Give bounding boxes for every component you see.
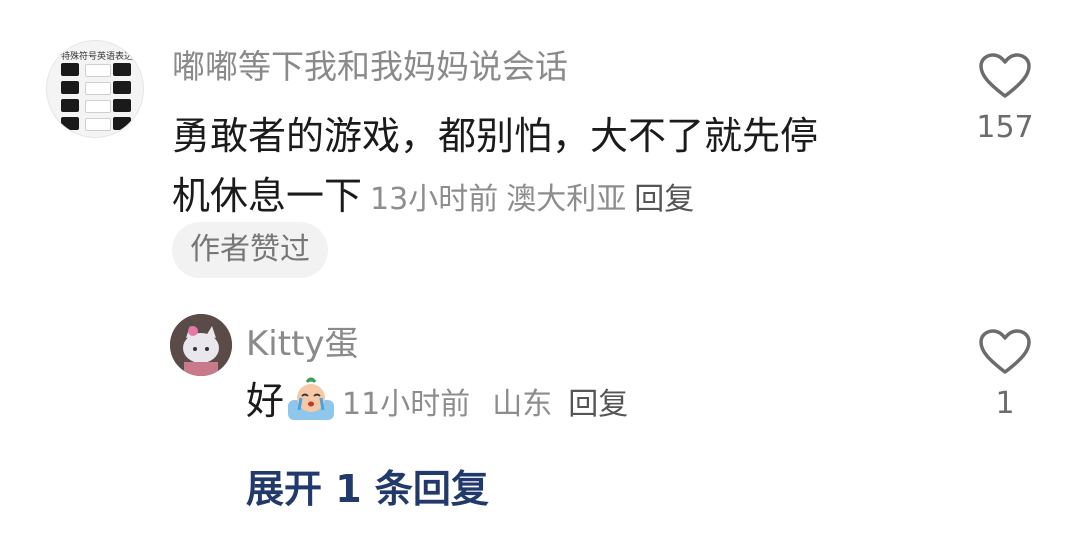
heart-outline-icon: [979, 329, 1031, 374]
reply-location: 山东: [492, 387, 553, 422]
reply-like-button[interactable]: 1: [975, 328, 1035, 421]
comment-text-line2: 机休息一下 13小时前 澳大利亚 回复: [172, 174, 695, 218]
heart-outline-icon: [979, 53, 1031, 98]
expand-replies-link[interactable]: 展开 1 条回复: [246, 458, 489, 513]
reply-username[interactable]: Kitty蛋: [246, 316, 359, 365]
author-liked-badge: 作者赞过: [172, 222, 328, 278]
avatar[interactable]: 特殊符号英语表达: [46, 40, 144, 138]
avatar-caption: 特殊符号英语表达: [61, 52, 134, 62]
comment-text-line1: 勇敢者的游戏，都别怕，大不了就先停: [172, 114, 819, 158]
comment-reply-button[interactable]: 回复: [634, 182, 694, 217]
reply-avatar[interactable]: [170, 314, 232, 376]
comment-text: 勇敢者的游戏，都别怕，大不了就先停 机休息一下 13小时前 澳大利亚 回复: [172, 106, 892, 230]
comment-like-button[interactable]: 157: [975, 52, 1035, 145]
kitty-avatar-image: [170, 314, 232, 376]
reply-like-count: 1: [995, 386, 1015, 421]
comment-time: 13小时前: [370, 182, 499, 217]
comment-location: 澳大利亚: [506, 182, 627, 217]
crying-emoji: [286, 376, 336, 422]
reply-reply-button[interactable]: 回复: [568, 387, 628, 422]
reply-text: 好 11小时前 山东 回复: [246, 376, 628, 430]
reply-time: 11小时前: [342, 387, 471, 422]
comment-username[interactable]: 嘟嘟等下我和我妈妈说会话: [172, 40, 568, 88]
comment-like-count: 157: [976, 110, 1034, 145]
